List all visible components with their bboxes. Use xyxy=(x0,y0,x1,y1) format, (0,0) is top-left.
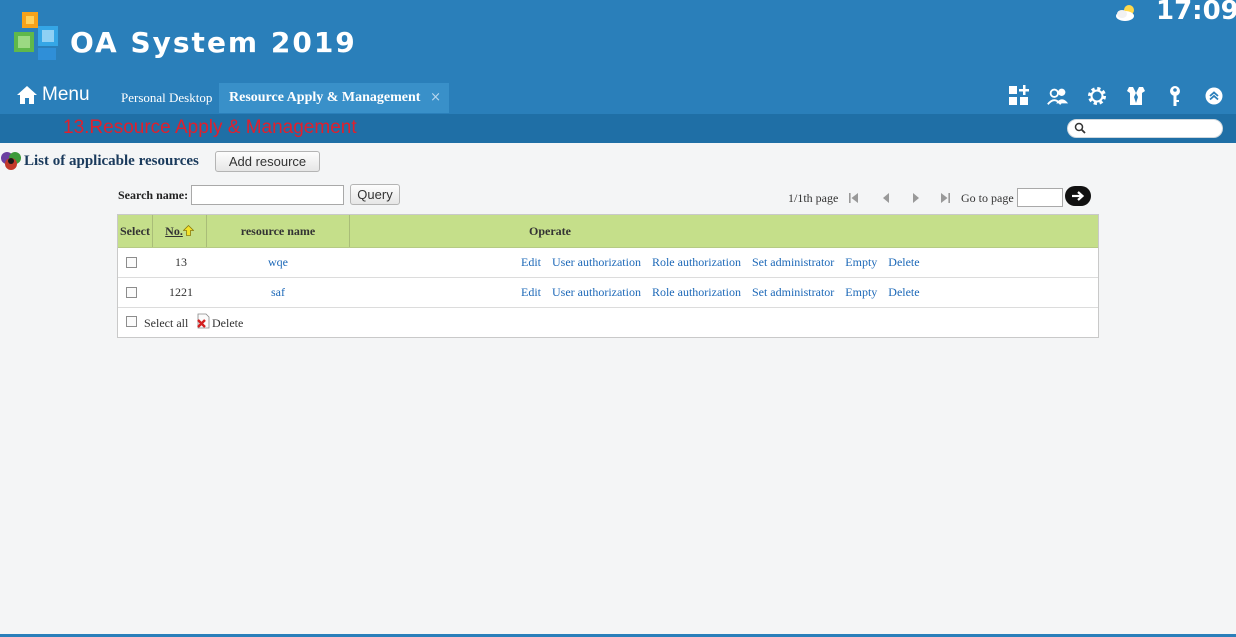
table-footer: Select all Delete xyxy=(118,307,1098,337)
header-operate: Operate xyxy=(529,224,571,238)
search-icon xyxy=(1074,122,1086,134)
search-name-label: Search name: xyxy=(118,188,189,202)
menu-button[interactable]: Menu xyxy=(16,80,90,110)
tab-resource-apply-management[interactable]: Resource Apply & Management × xyxy=(219,83,449,113)
search-name-input[interactable] xyxy=(191,185,344,205)
user-authorization-link[interactable]: User authorization xyxy=(552,255,641,269)
app-logo xyxy=(14,12,58,60)
row-operations: Edit User authorization Role authorizati… xyxy=(521,247,928,277)
header-no-sort[interactable]: No. xyxy=(153,215,206,247)
header-resource-name: resource name xyxy=(240,224,316,238)
home-icon xyxy=(17,86,37,104)
role-authorization-link[interactable]: Role authorization xyxy=(652,285,741,299)
row-resource-name-link[interactable]: wqe xyxy=(208,247,348,277)
select-all-checkbox[interactable] xyxy=(126,316,137,327)
go-button[interactable] xyxy=(1065,186,1091,206)
clock: 17:09 xyxy=(1156,0,1236,26)
set-administrator-link[interactable]: Set administrator xyxy=(752,285,834,299)
resources-icon xyxy=(1,152,21,170)
uniform-icon[interactable] xyxy=(1124,84,1148,108)
row-select-checkbox[interactable] xyxy=(126,287,137,298)
toolbar-icons xyxy=(992,84,1226,108)
page-status: 1/1th page xyxy=(788,191,839,205)
tab-label: Personal Desktop xyxy=(121,90,213,105)
key-icon[interactable] xyxy=(1163,84,1187,108)
set-administrator-link[interactable]: Set administrator xyxy=(752,255,834,269)
goto-page-input[interactable] xyxy=(1017,188,1063,207)
global-search-input[interactable] xyxy=(1067,119,1223,138)
query-button[interactable]: Query xyxy=(350,184,400,205)
row-operations: Edit User authorization Role authorizati… xyxy=(521,277,928,307)
first-page-icon[interactable] xyxy=(848,191,860,205)
delete-icon[interactable] xyxy=(195,313,211,329)
delete-link[interactable]: Delete xyxy=(888,255,919,269)
edit-link[interactable]: Edit xyxy=(521,285,541,299)
collapse-up-icon[interactable] xyxy=(1202,84,1226,108)
tab-personal-desktop[interactable]: Personal Desktop xyxy=(111,83,222,113)
add-app-icon[interactable] xyxy=(1007,84,1031,108)
goto-page-label: Go to page xyxy=(961,191,1014,205)
app-title: OA System 2019 xyxy=(70,26,357,59)
last-page-icon[interactable] xyxy=(939,191,951,205)
add-resource-button[interactable]: Add resource xyxy=(215,151,320,172)
user-authorization-link[interactable]: User authorization xyxy=(552,285,641,299)
users-icon[interactable] xyxy=(1046,84,1070,108)
list-title: List of applicable resources xyxy=(24,153,199,169)
gear-icon[interactable] xyxy=(1085,84,1109,108)
next-page-icon[interactable] xyxy=(910,191,922,205)
resource-table: Select No. resource name Operate 13 wqe … xyxy=(117,214,1099,338)
row-select-checkbox[interactable] xyxy=(126,257,137,268)
delete-link[interactable]: Delete xyxy=(888,285,919,299)
empty-link[interactable]: Empty xyxy=(845,255,877,269)
select-all-label: Select all xyxy=(144,316,189,330)
tab-label: Resource Apply & Management xyxy=(229,90,421,105)
empty-link[interactable]: Empty xyxy=(845,285,877,299)
bulk-delete-button[interactable]: Delete xyxy=(212,316,243,331)
row-no: 1221 xyxy=(169,285,193,299)
tab-close-icon[interactable]: × xyxy=(430,83,441,113)
role-authorization-link[interactable]: Role authorization xyxy=(652,255,741,269)
arrow-right-icon xyxy=(1072,191,1085,201)
table-header: Select No. resource name Operate xyxy=(118,215,1098,248)
sort-up-icon xyxy=(182,224,195,236)
weather-icon xyxy=(1116,5,1134,21)
row-resource-name-link[interactable]: saf xyxy=(208,277,348,307)
table-row: 1221 saf Edit User authorization Role au… xyxy=(118,277,1098,308)
prev-page-icon[interactable] xyxy=(880,191,892,205)
header-select: Select xyxy=(120,224,150,238)
edit-link[interactable]: Edit xyxy=(521,255,541,269)
app-header: OA System 2019 17:09 Menu Personal Deskt… xyxy=(0,0,1236,114)
table-row: 13 wqe Edit User authorization Role auth… xyxy=(118,247,1098,278)
breadcrumb-bar: 13.Resource Apply & Management xyxy=(0,114,1236,143)
breadcrumb: 13.Resource Apply & Management xyxy=(63,117,357,138)
header-no: No. xyxy=(165,224,183,238)
menu-label: Menu xyxy=(42,84,90,105)
row-no: 13 xyxy=(175,255,187,269)
